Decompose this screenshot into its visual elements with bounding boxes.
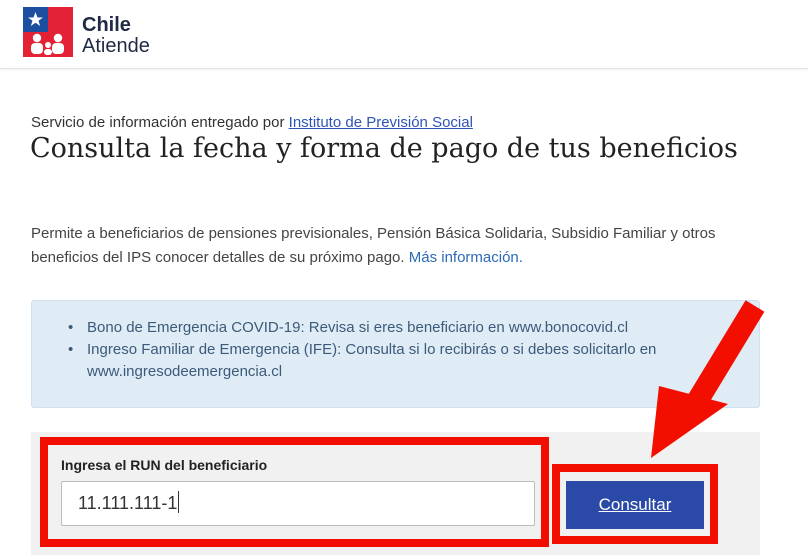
alert-item: • Ingreso Familiar de Emergencia (IFE): C… xyxy=(68,339,728,383)
provider-link[interactable]: Instituto de Previsión Social xyxy=(289,114,473,131)
bullet-icon: • xyxy=(68,319,74,336)
alert-box: • Bono de Emergencia COVID-19: Revisa si … xyxy=(31,300,760,408)
provider-prefix: Servicio de información entregado por xyxy=(31,114,289,131)
consultar-button[interactable]: Consultar xyxy=(566,481,704,529)
site-header: Chile Atiende xyxy=(0,0,808,69)
annotation-box-input xyxy=(40,437,549,547)
bullet-icon: • xyxy=(68,341,74,358)
chile-atiende-logo-icon[interactable] xyxy=(23,7,73,57)
alert-list: • Bono de Emergencia COVID-19: Revisa si … xyxy=(68,317,728,383)
description-text: Permite a beneficiarios de pensiones pre… xyxy=(31,225,716,266)
page-title: Consulta la fecha y forma de pago de tus… xyxy=(30,133,738,164)
logo-line-2: Atiende xyxy=(82,35,150,57)
alert-item-text: Ingreso Familiar de Emergencia (IFE): Co… xyxy=(87,341,657,380)
description: Permite a beneficiarios de pensiones pre… xyxy=(31,222,771,270)
alert-item: • Bono de Emergencia COVID-19: Revisa si … xyxy=(68,317,728,339)
logo-text[interactable]: Chile Atiende xyxy=(82,15,150,57)
more-info-link[interactable]: Más información. xyxy=(409,249,523,266)
alert-item-text: Bono de Emergencia COVID-19: Revisa si e… xyxy=(87,319,629,336)
logo-line-1: Chile xyxy=(82,14,131,36)
provider-line: Servicio de información entregado por In… xyxy=(31,114,473,131)
